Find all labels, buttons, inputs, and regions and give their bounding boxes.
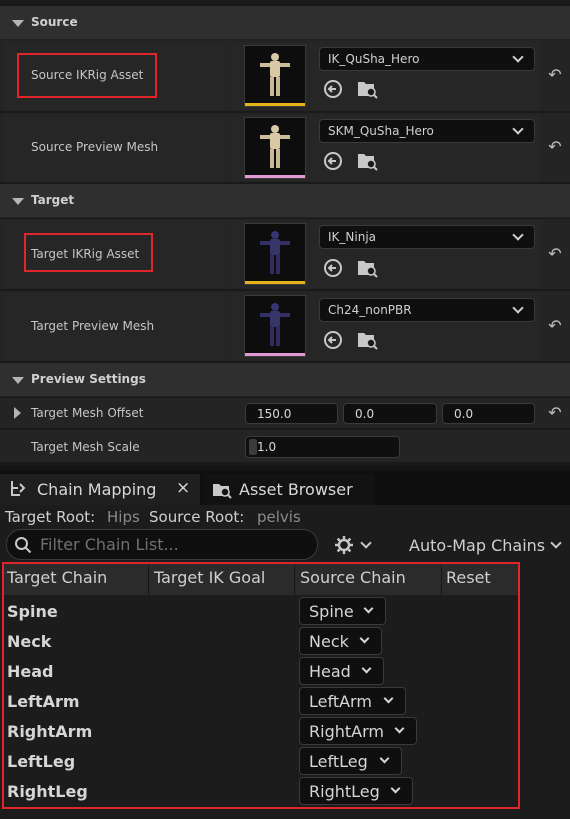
source-root-value: pelvis xyxy=(257,508,301,526)
source-mesh-label: Source Preview Mesh xyxy=(31,140,159,154)
reset-arrow-icon[interactable]: ↶ xyxy=(546,245,564,263)
expand-arrow-icon[interactable] xyxy=(14,407,21,419)
slider-fill xyxy=(249,439,257,455)
collapse-arrow-icon[interactable] xyxy=(12,198,24,205)
offset-x-field[interactable]: 150.0 xyxy=(245,403,338,424)
collapse-arrow-icon[interactable] xyxy=(12,377,24,384)
highlight-box xyxy=(24,233,153,272)
source-mesh-thumbnail[interactable] xyxy=(244,117,306,179)
reset-arrow-icon[interactable]: ↶ xyxy=(546,404,564,422)
asset-browser-icon xyxy=(213,484,232,499)
source-ikrig-thumbnail[interactable] xyxy=(244,45,306,107)
chevron-down-icon xyxy=(512,302,524,314)
asset-type-bar xyxy=(245,103,305,106)
filter-placeholder: Filter Chain List... xyxy=(40,535,179,554)
highlight-box xyxy=(17,53,157,98)
asset-type-bar xyxy=(245,281,305,284)
source-mesh-value: SKM_QuSha_Hero xyxy=(328,124,434,138)
section-source[interactable]: Source xyxy=(0,6,570,40)
offset-y-value: 0.0 xyxy=(355,407,375,421)
chevron-down-icon xyxy=(512,123,524,135)
character-figure-icon xyxy=(260,53,290,96)
reset-arrow-icon[interactable]: ↶ xyxy=(546,138,564,156)
offset-z-value: 0.0 xyxy=(454,407,474,421)
target-root-value: Hips xyxy=(107,508,140,526)
section-preview-label: Preview Settings xyxy=(31,372,146,386)
source-root-label: Source Root: xyxy=(149,508,245,526)
use-selected-icon[interactable] xyxy=(322,329,344,351)
details-panel: Source Source IKRig Asset IK_QuSha_Hero … xyxy=(0,0,570,465)
browse-asset-icon[interactable] xyxy=(356,150,378,172)
use-selected-icon[interactable] xyxy=(322,78,344,100)
collapse-arrow-icon[interactable] xyxy=(12,20,24,27)
target-mesh-thumbnail[interactable] xyxy=(244,295,306,357)
chevron-down-icon xyxy=(512,229,524,241)
reset-arrow-icon[interactable]: ↶ xyxy=(546,317,564,335)
target-mesh-dropdown[interactable]: Ch24_nonPBR xyxy=(319,298,535,322)
target-mesh-label: Target Preview Mesh xyxy=(31,319,155,333)
mesh-scale-field[interactable]: 1.0 xyxy=(245,436,400,458)
chain-mapping-icon xyxy=(11,481,26,496)
target-ikrig-value: IK_Ninja xyxy=(328,230,377,244)
target-mesh-value: Ch24_nonPBR xyxy=(328,303,412,317)
section-target[interactable]: Target xyxy=(0,184,570,218)
tab-asset-browser-label: Asset Browser xyxy=(239,480,353,499)
target-ikrig-dropdown[interactable]: IK_Ninja xyxy=(319,225,535,249)
asset-type-bar xyxy=(245,353,305,356)
use-selected-icon[interactable] xyxy=(322,150,344,172)
target-ikrig-thumbnail[interactable] xyxy=(244,223,306,285)
asset-type-bar xyxy=(245,175,305,178)
close-tab-icon[interactable]: × xyxy=(176,478,190,498)
character-figure-icon xyxy=(260,125,290,168)
highlight-box xyxy=(2,562,520,809)
source-mesh-dropdown[interactable]: SKM_QuSha_Hero xyxy=(319,119,535,143)
search-icon xyxy=(15,537,32,554)
offset-x-value: 150.0 xyxy=(257,407,292,421)
auto-map-chains-button[interactable]: Auto-Map Chains xyxy=(409,536,545,555)
offset-z-field[interactable]: 0.0 xyxy=(442,403,535,424)
character-figure-icon xyxy=(260,231,290,274)
chevron-down-icon xyxy=(512,51,524,63)
browse-asset-icon[interactable] xyxy=(356,78,378,100)
mesh-scale-label: Target Mesh Scale xyxy=(31,440,140,454)
target-root-label: Target Root: xyxy=(5,508,96,526)
character-figure-icon xyxy=(260,303,290,346)
browse-asset-icon[interactable] xyxy=(356,329,378,351)
offset-y-field[interactable]: 0.0 xyxy=(343,403,437,424)
reset-arrow-icon[interactable]: ↶ xyxy=(546,66,564,84)
tab-chain-mapping-label: Chain Mapping xyxy=(37,480,157,499)
source-ikrig-dropdown[interactable]: IK_QuSha_Hero xyxy=(319,47,535,71)
gear-icon[interactable] xyxy=(333,534,355,556)
mesh-offset-label: Target Mesh Offset xyxy=(31,406,144,420)
section-target-label: Target xyxy=(31,193,75,207)
use-selected-icon[interactable] xyxy=(322,257,344,279)
mesh-scale-value: 1.0 xyxy=(257,440,277,454)
source-ikrig-value: IK_QuSha_Hero xyxy=(328,52,420,66)
filter-chain-search[interactable]: Filter Chain List... xyxy=(6,529,318,560)
section-preview-settings[interactable]: Preview Settings xyxy=(0,363,570,397)
browse-asset-icon[interactable] xyxy=(356,257,378,279)
section-source-label: Source xyxy=(31,15,78,29)
